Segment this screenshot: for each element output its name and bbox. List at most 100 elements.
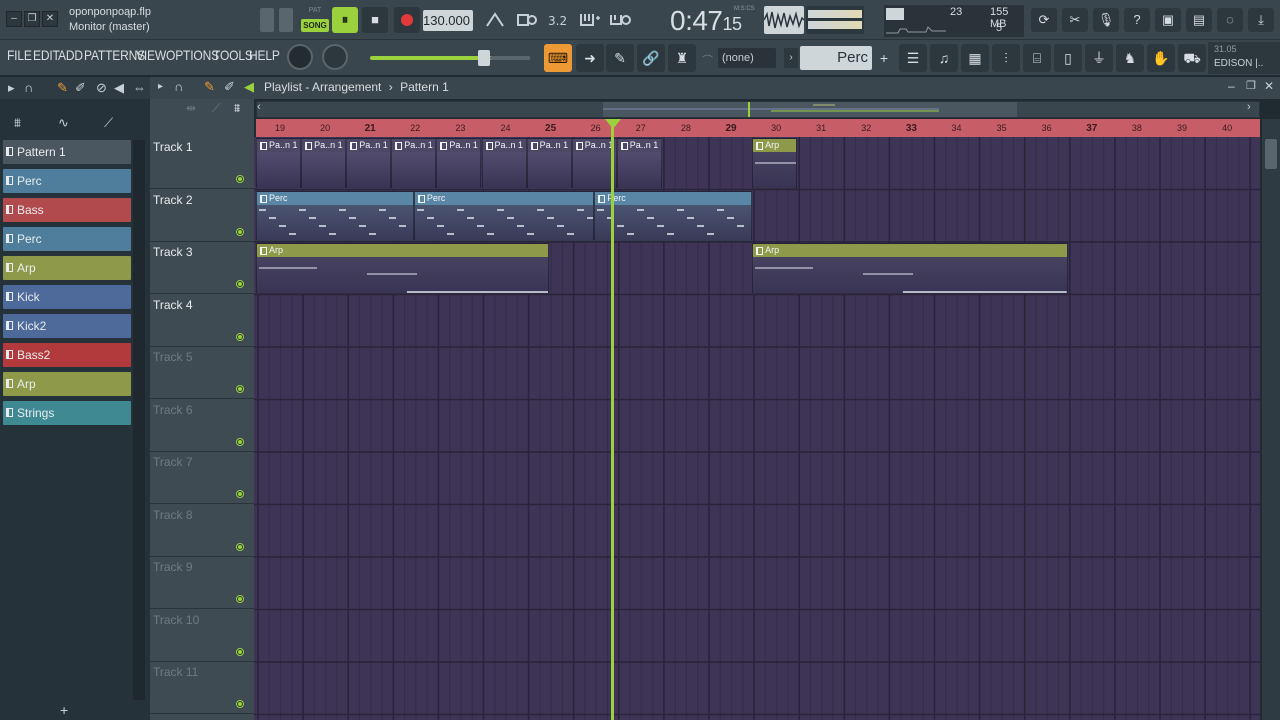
pattern-list-item[interactable]: Arp <box>3 256 131 280</box>
bar-number[interactable]: 28 <box>681 123 691 133</box>
bar-number[interactable]: 34 <box>951 123 961 133</box>
pattern-list-item[interactable]: Bass <box>3 198 131 222</box>
arrow-icon[interactable]: ➜ <box>576 44 604 72</box>
zoom-icon[interactable]: ⇹ <box>186 101 196 115</box>
microphone-icon[interactable]: 🎙 <box>1093 8 1119 32</box>
paint-tool-icon[interactable]: ✐ <box>224 79 235 95</box>
bar-number[interactable]: 31 <box>816 123 826 133</box>
menu-options[interactable]: OPTIONS <box>166 47 219 63</box>
bar-number[interactable]: 19 <box>275 123 285 133</box>
pattern-list-item[interactable]: Kick <box>3 285 131 309</box>
tempo-tapper-icon[interactable]: ♞ <box>1116 44 1144 72</box>
cut-tools-icon[interactable]: ✂ <box>1062 8 1088 32</box>
track-mute-led[interactable] <box>236 542 244 551</box>
bar-number[interactable]: 27 <box>636 123 646 133</box>
track-header[interactable]: Track 4 <box>150 295 254 347</box>
playlist-clip[interactable]: Pa..n 1 <box>616 138 662 189</box>
bar-number[interactable]: 35 <box>997 123 1007 133</box>
pattern-picker-icon[interactable]: ⩩ <box>234 101 240 116</box>
track-header[interactable]: Track 11 <box>150 662 254 714</box>
metronome-icon[interactable] <box>482 8 508 32</box>
loop-record-icon[interactable] <box>607 8 633 32</box>
bar-number[interactable]: 37 <box>1086 123 1097 134</box>
song-overview-scroller[interactable] <box>256 101 1260 118</box>
playlist-clip[interactable]: Arp <box>752 243 1068 294</box>
track-header[interactable]: Track 3 <box>150 242 254 294</box>
bar-number[interactable]: 30 <box>771 123 781 133</box>
playlist-close-icon[interactable]: ✕ <box>1264 79 1274 93</box>
playlist-clip[interactable]: Arp <box>256 243 550 294</box>
playlist-clip[interactable]: Pa..n 1 <box>481 138 527 189</box>
add-channel-button[interactable]: + <box>876 48 892 68</box>
channel-select[interactable]: Perc <box>800 46 872 70</box>
bar-number[interactable]: 38 <box>1132 123 1142 133</box>
master-volume-knob[interactable] <box>287 44 313 70</box>
time-ruler[interactable]: 19 20 21 22 23 24 25 26 27 28 29 30 31 32 33 34 35 36 37 38… <box>256 119 1260 137</box>
track-mute-led[interactable] <box>236 490 244 498</box>
pencil-icon[interactable]: ✎ <box>606 44 634 72</box>
record-button[interactable] <box>394 7 420 33</box>
playlist-maximize-icon[interactable]: ❐ <box>1246 79 1256 92</box>
master-pitch-knob[interactable] <box>322 44 348 70</box>
track-mute-led[interactable] <box>236 280 244 288</box>
track-header[interactable]: Track 10 <box>150 610 254 662</box>
playlist-icon[interactable]: ☰ <box>899 44 927 72</box>
playlist-clip[interactable]: Pa..n 1 <box>436 138 482 189</box>
playlist-clip[interactable]: Pa..n 1 <box>346 138 392 189</box>
track-header[interactable]: Track 5 <box>150 347 254 399</box>
shop-icon[interactable]: ⛟ <box>1178 44 1206 72</box>
scroll-right-icon[interactable]: › <box>1247 101 1251 113</box>
playlist-clip[interactable]: Perc <box>256 190 414 241</box>
playlist-minimize-icon[interactable]: – <box>1228 79 1235 93</box>
touch-keyboard-icon[interactable]: ✋ <box>1147 44 1175 72</box>
song-mode-label[interactable]: SONG <box>301 19 329 32</box>
chat-icon[interactable]: ◌ <box>1217 8 1243 32</box>
playhead-marker-icon[interactable] <box>605 119 621 129</box>
playlist-clip[interactable]: Pa..n 1 <box>526 138 572 189</box>
bar-number[interactable]: 24 <box>500 123 510 133</box>
track-header[interactable]: Track 8 <box>150 505 254 557</box>
bar-number[interactable]: 33 <box>906 123 917 134</box>
render-icon[interactable]: ▤ <box>1186 8 1212 32</box>
magnet-icon[interactable]: ∩ <box>24 80 33 95</box>
track-mute-led[interactable] <box>236 700 244 708</box>
master-slider-thumb[interactable] <box>478 50 490 66</box>
pattern-list-item[interactable]: Strings <box>3 401 131 425</box>
channel-rack-icon[interactable]: ▦ <box>961 44 989 72</box>
song-time-display[interactable]: 0:4715 M:S:CS <box>640 4 758 36</box>
download-icon[interactable]: ⤓ <box>1248 8 1274 32</box>
link-icon[interactable]: 🔗 <box>637 44 665 72</box>
playlist-menu-icon[interactable]: ▸ <box>158 81 163 92</box>
countdown-icon[interactable]: 3.2 <box>545 8 571 32</box>
piano-roll-icon[interactable]: ♫ <box>930 44 958 72</box>
menu-add[interactable]: ADD <box>58 47 83 63</box>
track-mute-led[interactable] <box>236 595 244 603</box>
pattern-list-item[interactable]: Kick2 <box>3 314 131 338</box>
automation-icon[interactable]: ⟋ <box>104 115 113 131</box>
close-button[interactable]: ✕ <box>42 11 58 27</box>
pat-mode-label[interactable]: PAT <box>301 7 329 14</box>
undo-history-icon[interactable]: ⟳ <box>1031 8 1057 32</box>
stop-button[interactable]: ■ <box>362 7 388 33</box>
pattern-list-item[interactable]: Pattern 1 <box>3 140 131 164</box>
playlist-clip[interactable]: Arp <box>752 138 798 189</box>
brush-tool-icon[interactable]: ✐ <box>75 80 86 96</box>
slip-tool-icon[interactable]: ⇔ <box>133 80 146 95</box>
playlist-vertical-scrollbar[interactable] <box>1262 119 1280 720</box>
snap-icon[interactable]: ⌒ <box>702 52 713 68</box>
tempo-display[interactable]: 130.000 <box>423 10 473 31</box>
bar-number[interactable]: 26 <box>591 123 601 133</box>
menu-tools[interactable]: TOOLS <box>213 47 253 63</box>
bar-number[interactable]: 22 <box>410 123 420 133</box>
pattern-list-item[interactable]: Perc <box>3 169 131 193</box>
playlist-clip[interactable]: Pa..n 1 <box>256 138 302 189</box>
pat-song-switch[interactable]: PAT SONG <box>301 7 329 34</box>
bar-number[interactable]: 32 <box>861 123 871 133</box>
browser-tree-icon[interactable]: ⌸ <box>1023 44 1051 72</box>
playlist-grid[interactable]: Pa..n 1 Pa..n 1 Pa..n 1 Pa..n 1 Pa..n 1 Pa..n… <box>254 137 1260 720</box>
snap-select[interactable]: (none) <box>718 48 776 68</box>
scroll-left-icon[interactable]: ‹ <box>257 101 261 113</box>
bar-number[interactable]: 21 <box>365 123 376 134</box>
audio-clip-icon[interactable]: ∿ <box>58 115 69 131</box>
arrow-right-icon[interactable]: ▸ <box>8 80 15 96</box>
